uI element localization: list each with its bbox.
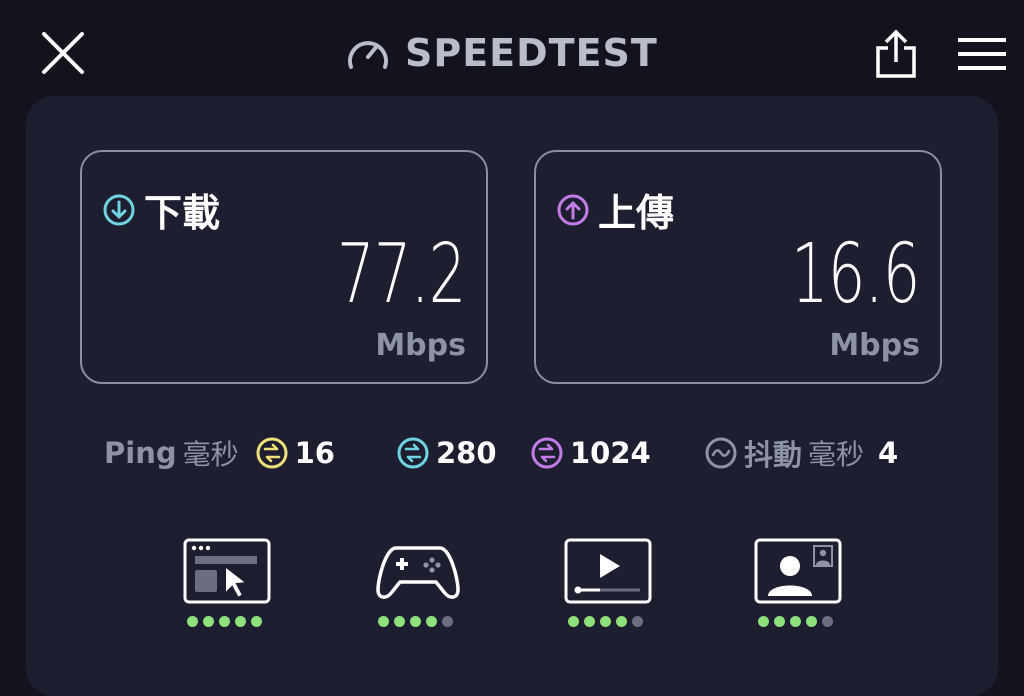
ping-idle-value: 16: [294, 436, 335, 470]
rating-dot-filled: [774, 616, 785, 627]
rating-dot-filled: [378, 616, 389, 627]
rating-dot-filled: [790, 616, 801, 627]
ping-upload-value: 1024: [570, 436, 651, 470]
speedtest-logo: SPEEDTEST: [345, 30, 658, 76]
download-speed-value: 77.2: [337, 227, 466, 322]
gaming-controller-icon: [376, 546, 460, 599]
video-streaming-icon: [564, 538, 652, 604]
video-call-icon: [754, 538, 842, 604]
video-call-rating-dots: [758, 616, 833, 627]
rating-dot-filled: [251, 616, 262, 627]
download-result-card: 下載 77.2 Mbps: [80, 150, 488, 384]
app-title: SPEEDTEST: [405, 31, 658, 75]
rating-dot-filled: [806, 616, 817, 627]
web-browsing-rating-dots: [187, 616, 262, 627]
download-arrow-icon: [103, 194, 135, 225]
download-label: 下載: [144, 191, 221, 235]
menu-button[interactable]: [956, 36, 1008, 72]
jitter-wave-icon: [705, 437, 737, 469]
rating-dot-filled: [187, 616, 198, 627]
rating-dot-filled: [616, 616, 627, 627]
video-streaming-rating-dots: [568, 616, 643, 627]
ping-idle-stat: Ping 毫秒 16: [104, 428, 335, 478]
rating-dot-filled: [219, 616, 230, 627]
rating-dot-filled: [426, 616, 437, 627]
top-bar: SPEEDTEST: [0, 0, 1024, 100]
rating-dot-filled: [568, 616, 579, 627]
gaming-rating-dots: [378, 616, 453, 627]
upload-label: 上傳: [598, 191, 675, 235]
ping-download-icon: [397, 437, 429, 469]
latency-stats-row: Ping 毫秒 16 280 1024 抖動 毫秒 4: [0, 428, 1024, 478]
ping-label: Ping: [104, 436, 177, 470]
web-browsing-icon: [183, 538, 271, 604]
ping-idle-icon: [256, 437, 288, 469]
rating-dot-filled: [410, 616, 421, 627]
upload-unit: Mbps: [829, 328, 920, 363]
web-browsing-rating: [183, 538, 273, 634]
speedometer-icon: [348, 41, 388, 69]
video-streaming-rating: [564, 538, 654, 634]
ping-download-value: 280: [436, 436, 497, 470]
rating-dot-filled: [584, 616, 595, 627]
ping-upload-icon: [531, 437, 563, 469]
rating-dot-filled: [203, 616, 214, 627]
share-button[interactable]: [872, 28, 920, 80]
rating-dot-empty: [442, 616, 453, 627]
gaming-rating: [374, 538, 464, 634]
upload-speed-value: 16.6: [791, 227, 920, 322]
rating-dot-filled: [235, 616, 246, 627]
upload-result-card: 上傳 16.6 Mbps: [534, 150, 942, 384]
ping-upload-stat: 1024: [530, 428, 651, 478]
jitter-value: 4: [878, 436, 899, 470]
close-button[interactable]: [38, 28, 88, 78]
ping-unit: 毫秒: [182, 438, 239, 471]
upload-arrow-icon: [557, 194, 589, 225]
video-call-rating: [754, 538, 844, 634]
share-icon: [876, 29, 916, 78]
rating-dot-filled: [394, 616, 405, 627]
hamburger-menu-icon: [958, 38, 1006, 70]
rating-dot-empty: [822, 616, 833, 627]
jitter-label: 抖動: [744, 438, 803, 472]
rating-dot-filled: [758, 616, 769, 627]
rating-dot-empty: [632, 616, 643, 627]
jitter-unit: 毫秒: [808, 438, 865, 471]
download-unit: Mbps: [375, 328, 466, 363]
rating-dot-filled: [600, 616, 611, 627]
jitter-stat: 抖動 毫秒 4: [704, 428, 898, 478]
ping-download-stat: 280: [396, 428, 497, 478]
close-icon: [42, 32, 84, 74]
